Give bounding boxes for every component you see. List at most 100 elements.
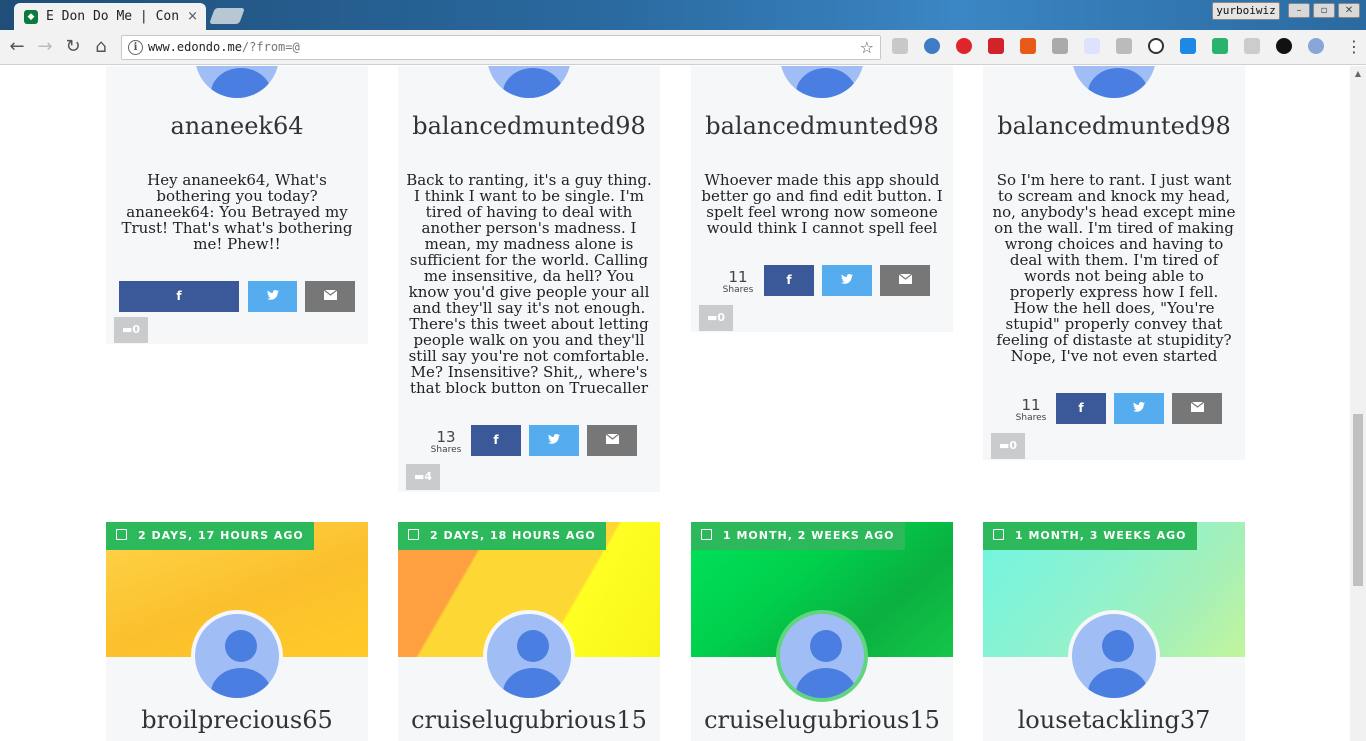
extension-shield-icon[interactable] [892, 38, 908, 54]
home-icon[interactable]: ⌂ [90, 36, 112, 58]
tc-icon[interactable] [1244, 38, 1260, 54]
email-icon [605, 433, 619, 444]
opera-icon[interactable] [956, 38, 972, 54]
share-count: 11 Shares [1013, 398, 1049, 424]
page-viewport: ananeek64 Hey ananeek64, What's botherin… [0, 66, 1366, 741]
react-icon[interactable] [1308, 38, 1324, 54]
post-date: 2 DAYS, 18 HOURS AGO [430, 529, 596, 542]
close-window-icon[interactable]: ✕ [1338, 3, 1360, 18]
post-card: 2 DAYS, 18 HOURS AGO cruiselugubrious15 [398, 522, 660, 741]
comment-icon: ▬ [998, 439, 1010, 452]
browser-toolbar: ← → ↻ ⌂ i www.edondo.me/?from=@ ☆ ⋮ [0, 30, 1366, 65]
post-date-badge: 1 MONTH, 3 WEEKS AGO [983, 522, 1197, 550]
post-date-badge: 2 DAYS, 17 HOURS AGO [106, 522, 314, 550]
cors-icon[interactable] [988, 38, 1004, 54]
twitter-icon [841, 274, 853, 284]
facebook-share-button[interactable]: f [764, 265, 814, 296]
tab-title: E Don Do Me | Con [46, 9, 180, 24]
facebook-icon: f [493, 433, 499, 447]
profile-button[interactable]: yurboiwiz [1212, 2, 1280, 20]
twitter-share-button[interactable] [1114, 393, 1164, 424]
post-username[interactable]: cruiselugubrious15 [691, 706, 953, 734]
twitter-share-button[interactable] [248, 281, 297, 312]
email-share-button[interactable] [880, 265, 930, 296]
post-text: Back to ranting, it's a guy thing. I thi… [406, 171, 652, 397]
facebook-share-button[interactable]: f [119, 281, 239, 312]
minimize-icon[interactable]: – [1288, 3, 1310, 18]
share-count-label: Shares [430, 445, 462, 455]
comment-count-button[interactable]: ▬0 [991, 433, 1025, 459]
zoom-icon[interactable] [1116, 38, 1132, 54]
comment-icon: ▬ [706, 311, 718, 324]
extension-hex-icon[interactable] [1052, 38, 1068, 54]
calendar-icon [701, 529, 712, 540]
extension-globe-icon[interactable] [924, 38, 940, 54]
avatar [191, 66, 283, 102]
calendar-icon [993, 529, 1004, 540]
post-card: 1 MONTH, 3 WEEKS AGO lousetackling37 [983, 522, 1245, 741]
post-text: Whoever made this app should better go a… [701, 171, 943, 237]
facebook-share-button[interactable]: f [471, 425, 521, 456]
post-username[interactable]: balancedmunted98 [691, 112, 953, 140]
json-icon[interactable] [1084, 38, 1100, 54]
share-count-label: Shares [722, 285, 754, 295]
scrollbar-thumb[interactable] [1353, 414, 1363, 586]
browser-menu-icon[interactable]: ⋮ [1346, 38, 1362, 56]
comment-count-button[interactable]: ▬0 [114, 317, 148, 343]
post-date: 1 MONTH, 3 WEEKS AGO [1015, 529, 1187, 542]
share-count-number: 11 [728, 268, 748, 286]
email-share-button[interactable] [1172, 393, 1222, 424]
maximize-icon[interactable]: ▫ [1313, 3, 1335, 18]
extension-green-icon[interactable] [1212, 38, 1228, 54]
comment-count-button[interactable]: ▬4 [406, 464, 440, 490]
post-card: balancedmunted98 Back to ranting, it's a… [398, 66, 660, 492]
forward-arrow-icon[interactable]: → [34, 36, 56, 58]
bookmark-star-icon[interactable]: ☆ [860, 38, 874, 57]
email-share-button[interactable] [587, 425, 637, 456]
share-count-number: 13 [436, 428, 456, 446]
block-icon[interactable] [1148, 38, 1164, 54]
avatar [483, 66, 575, 102]
skype-icon[interactable] [1180, 38, 1196, 54]
back-arrow-icon[interactable]: ← [6, 36, 28, 58]
comment-count: 0 [717, 311, 726, 324]
comment-count: 4 [424, 470, 433, 483]
address-bar[interactable]: i www.edondo.me/?from=@ ☆ [121, 35, 881, 60]
twitter-share-button[interactable] [529, 425, 579, 456]
media-icon[interactable] [1276, 38, 1292, 54]
post-text: Hey ananeek64, What's bothering you toda… [121, 171, 353, 253]
twitter-icon [266, 290, 279, 300]
post-username[interactable]: ananeek64 [106, 112, 368, 140]
comment-count: 0 [1009, 439, 1018, 452]
twitter-share-button[interactable] [822, 265, 872, 296]
browser-tab[interactable]: ◆ E Don Do Me | Con × [14, 3, 206, 30]
facebook-share-button[interactable]: f [1056, 393, 1106, 424]
share-count: 11 Shares [720, 270, 756, 296]
office-icon[interactable] [1020, 38, 1036, 54]
post-username[interactable]: cruiselugubrious15 [398, 706, 660, 734]
email-share-button[interactable] [305, 281, 355, 312]
scroll-up-icon[interactable]: ▲ [1350, 66, 1366, 82]
calendar-icon [116, 529, 127, 540]
twitter-icon [548, 434, 560, 444]
tab-close-icon[interactable]: × [187, 9, 198, 24]
avatar [776, 66, 868, 102]
avatar [776, 610, 868, 702]
page-scrollbar[interactable]: ▲ [1350, 66, 1366, 741]
url-text: www.edondo.me/?from=@ [148, 40, 300, 54]
post-username[interactable]: broilprecious65 [106, 706, 368, 734]
new-tab-button[interactable] [209, 8, 245, 24]
site-info-icon[interactable]: i [128, 40, 143, 55]
facebook-icon: f [786, 273, 792, 287]
url-path: /?from=@ [241, 40, 300, 54]
comment-count-button[interactable]: ▬0 [699, 305, 733, 331]
url-domain: www.edondo.me [148, 40, 242, 54]
reload-icon[interactable]: ↻ [62, 36, 84, 58]
browser-titlebar: ◆ E Don Do Me | Con × yurboiwiz – ▫ ✕ [0, 0, 1366, 30]
post-username[interactable]: balancedmunted98 [983, 112, 1245, 140]
post-date: 2 DAYS, 17 HOURS AGO [138, 529, 304, 542]
post-username[interactable]: balancedmunted98 [398, 112, 660, 140]
post-username[interactable]: lousetackling37 [983, 706, 1245, 734]
site-favicon-icon: ◆ [24, 9, 38, 24]
comment-count: 0 [132, 323, 141, 336]
